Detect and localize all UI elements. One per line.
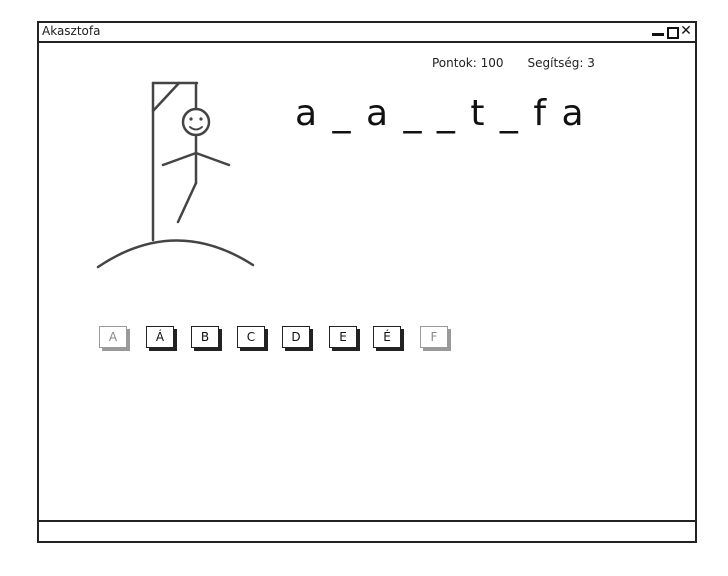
window-title: Akasztofa (42, 24, 101, 38)
app-window: Akasztofa ✕ Pontok: 100 Segítség: 3 a _ … (37, 21, 697, 543)
hangman-left-arm (161, 151, 198, 167)
hangman-head (181, 107, 211, 137)
help-label: Segítség: 3 (527, 56, 595, 70)
hangman-right-arm (194, 151, 231, 167)
window-controls: ✕ (652, 24, 692, 39)
hangman-right-eye (199, 117, 203, 121)
letter-button-Á[interactable]: Á (146, 326, 174, 348)
points-label: Pontok: 100 (432, 56, 504, 70)
hangman-drawing (96, 81, 255, 269)
letter-button-É[interactable]: É (373, 326, 401, 348)
hangman-smile (189, 126, 203, 131)
minimize-icon[interactable] (652, 25, 664, 38)
title-bar: Akasztofa ✕ (39, 23, 695, 43)
gallows-brace (151, 81, 181, 113)
letter-button-D[interactable]: D (282, 326, 310, 348)
hill (96, 239, 255, 269)
letter-button-C[interactable]: C (237, 326, 265, 348)
hangman-left-leg (176, 181, 198, 224)
hidden-word: a _ a _ _ t _ f a (295, 93, 586, 134)
letter-button-B[interactable]: B (191, 326, 219, 348)
status-bar (39, 520, 695, 541)
letter-button-E[interactable]: E (329, 326, 357, 348)
maximize-icon[interactable] (666, 25, 679, 39)
close-icon[interactable]: ✕ (680, 24, 692, 38)
letter-button-F[interactable]: F (420, 326, 448, 348)
hangman-left-eye (189, 117, 193, 121)
letter-button-A[interactable]: A (99, 326, 127, 348)
score-panel: Pontok: 100 Segítség: 3 (432, 56, 595, 70)
